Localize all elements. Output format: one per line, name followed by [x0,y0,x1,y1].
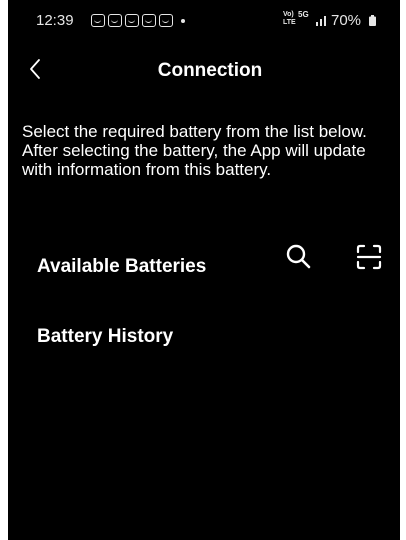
battery-history-heading[interactable]: Battery History [37,326,173,348]
volte-indicator: Vo) LTE [283,11,296,26]
app-screen: 12:39 Vo) LTE 5G 70% Connection Select th… [8,0,400,540]
notification-icon [91,14,105,27]
notification-icon [125,14,139,27]
available-batteries-heading: Available Batteries [37,256,207,277]
status-time: 12:39 [36,12,74,29]
scan-icon[interactable] [356,244,382,270]
notification-icon [108,14,122,27]
network-type: 5G [298,10,309,19]
instructions-text: Select the required battery from the lis… [22,122,367,179]
battery-icon [369,15,376,26]
more-notifications-dot [181,19,185,23]
signal-icon [316,16,326,26]
notification-icon [142,14,156,27]
notification-icon [159,14,173,27]
notification-icons [91,14,173,27]
battery-percent: 70% [331,12,362,29]
status-bar: 12:39 Vo) LTE 5G 70% [8,0,400,36]
page-title: Connection [157,60,263,81]
header: Connection [8,50,400,90]
search-icon[interactable] [284,242,312,270]
